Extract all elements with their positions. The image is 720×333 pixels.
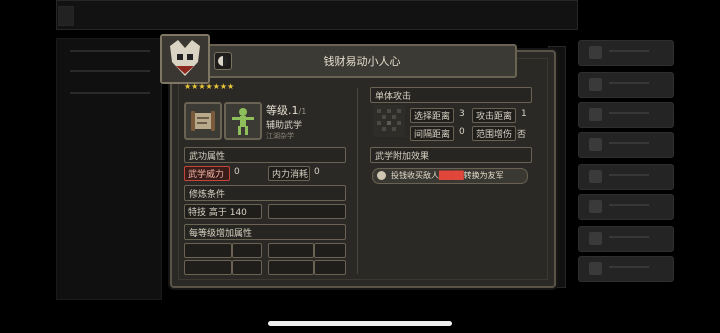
interval-range-value: 0 xyxy=(459,127,465,137)
bonus-slot xyxy=(314,243,346,258)
scroll-item-slot[interactable] xyxy=(184,102,222,140)
effect-description: 投钱收买敌人████转换为友军 xyxy=(372,168,528,184)
menu-icon xyxy=(589,46,602,59)
interval-range-tag: 间隔距离 xyxy=(410,126,454,141)
menu-icon xyxy=(589,78,602,91)
attribute-power-tag: 武学威力 xyxy=(184,166,230,181)
section-bonus: 每等级增加属性 xyxy=(184,224,346,240)
menu-icon xyxy=(589,262,602,275)
section-effect: 武学附加效果 xyxy=(370,147,532,163)
menu-icon xyxy=(589,170,602,183)
background-line xyxy=(70,70,150,72)
skull-mask-icon xyxy=(162,36,208,82)
section-single-attack: 单体攻击 xyxy=(370,87,532,103)
skill-category: 辅助武学 xyxy=(266,121,303,131)
menu-icon xyxy=(589,232,602,245)
background-icon xyxy=(58,6,74,26)
select-range-value: 3 xyxy=(459,109,465,119)
attack-range-tag: 攻击距离 xyxy=(472,108,516,123)
select-range-tag: 选择距离 xyxy=(410,108,454,123)
bonus-slot xyxy=(268,243,314,258)
background-menu-button[interactable] xyxy=(578,256,674,282)
background-left-panel xyxy=(56,38,162,300)
skill-origin: 江湖杂学 xyxy=(266,132,294,140)
background-menu-button[interactable] xyxy=(578,194,674,220)
character-portrait[interactable] xyxy=(160,34,210,84)
yin-yang-icon[interactable] xyxy=(214,52,232,70)
dialog-title: 钱财易动小人心 xyxy=(323,55,401,68)
bonus-slot xyxy=(232,260,262,275)
attribute-mana-tag: 内力消耗 xyxy=(268,166,310,181)
home-indicator[interactable] xyxy=(268,321,452,326)
bonus-slot xyxy=(184,243,232,258)
skill-type-slot[interactable] xyxy=(224,102,262,140)
bonus-slot xyxy=(232,243,262,258)
background-menu-button[interactable] xyxy=(578,132,674,158)
background-line xyxy=(70,50,150,52)
requirement-tag: 特技 高于 140 xyxy=(184,204,262,219)
background-menu-button[interactable] xyxy=(578,102,674,128)
background-menu-button[interactable] xyxy=(578,164,674,190)
bonus-slot xyxy=(314,260,346,275)
bonus-slot xyxy=(268,260,314,275)
attribute-power-value: 0 xyxy=(234,167,240,177)
menu-icon xyxy=(589,200,602,213)
skill-stars: ★★★★★★★ xyxy=(184,82,235,91)
bonus-slot xyxy=(184,260,232,275)
attack-range-pattern xyxy=(373,105,405,137)
section-requirements: 修炼条件 xyxy=(184,185,346,201)
requirement-empty-slot xyxy=(268,204,346,219)
martial-figure-icon xyxy=(232,108,254,135)
menu-icon xyxy=(589,138,602,151)
background-menu-button[interactable] xyxy=(578,72,674,98)
menu-icon xyxy=(589,108,602,121)
background-top-bar xyxy=(56,0,578,30)
attribute-mana-value: 0 xyxy=(314,167,320,177)
background-menu-button[interactable] xyxy=(578,40,674,66)
background-line xyxy=(70,92,150,94)
area-damage-value: 否 xyxy=(517,130,527,140)
dialog-header: 钱财易动小人心 xyxy=(207,44,517,78)
section-attributes: 武功属性 xyxy=(184,147,346,163)
scroll-icon xyxy=(191,111,215,131)
column-divider xyxy=(357,88,358,274)
skill-level: 等级.1/1 xyxy=(266,104,307,117)
info-icon xyxy=(377,171,386,180)
area-damage-tag: 范围增伤 xyxy=(472,126,516,141)
background-menu-button[interactable] xyxy=(578,226,674,252)
attack-range-value: 1 xyxy=(521,109,527,119)
